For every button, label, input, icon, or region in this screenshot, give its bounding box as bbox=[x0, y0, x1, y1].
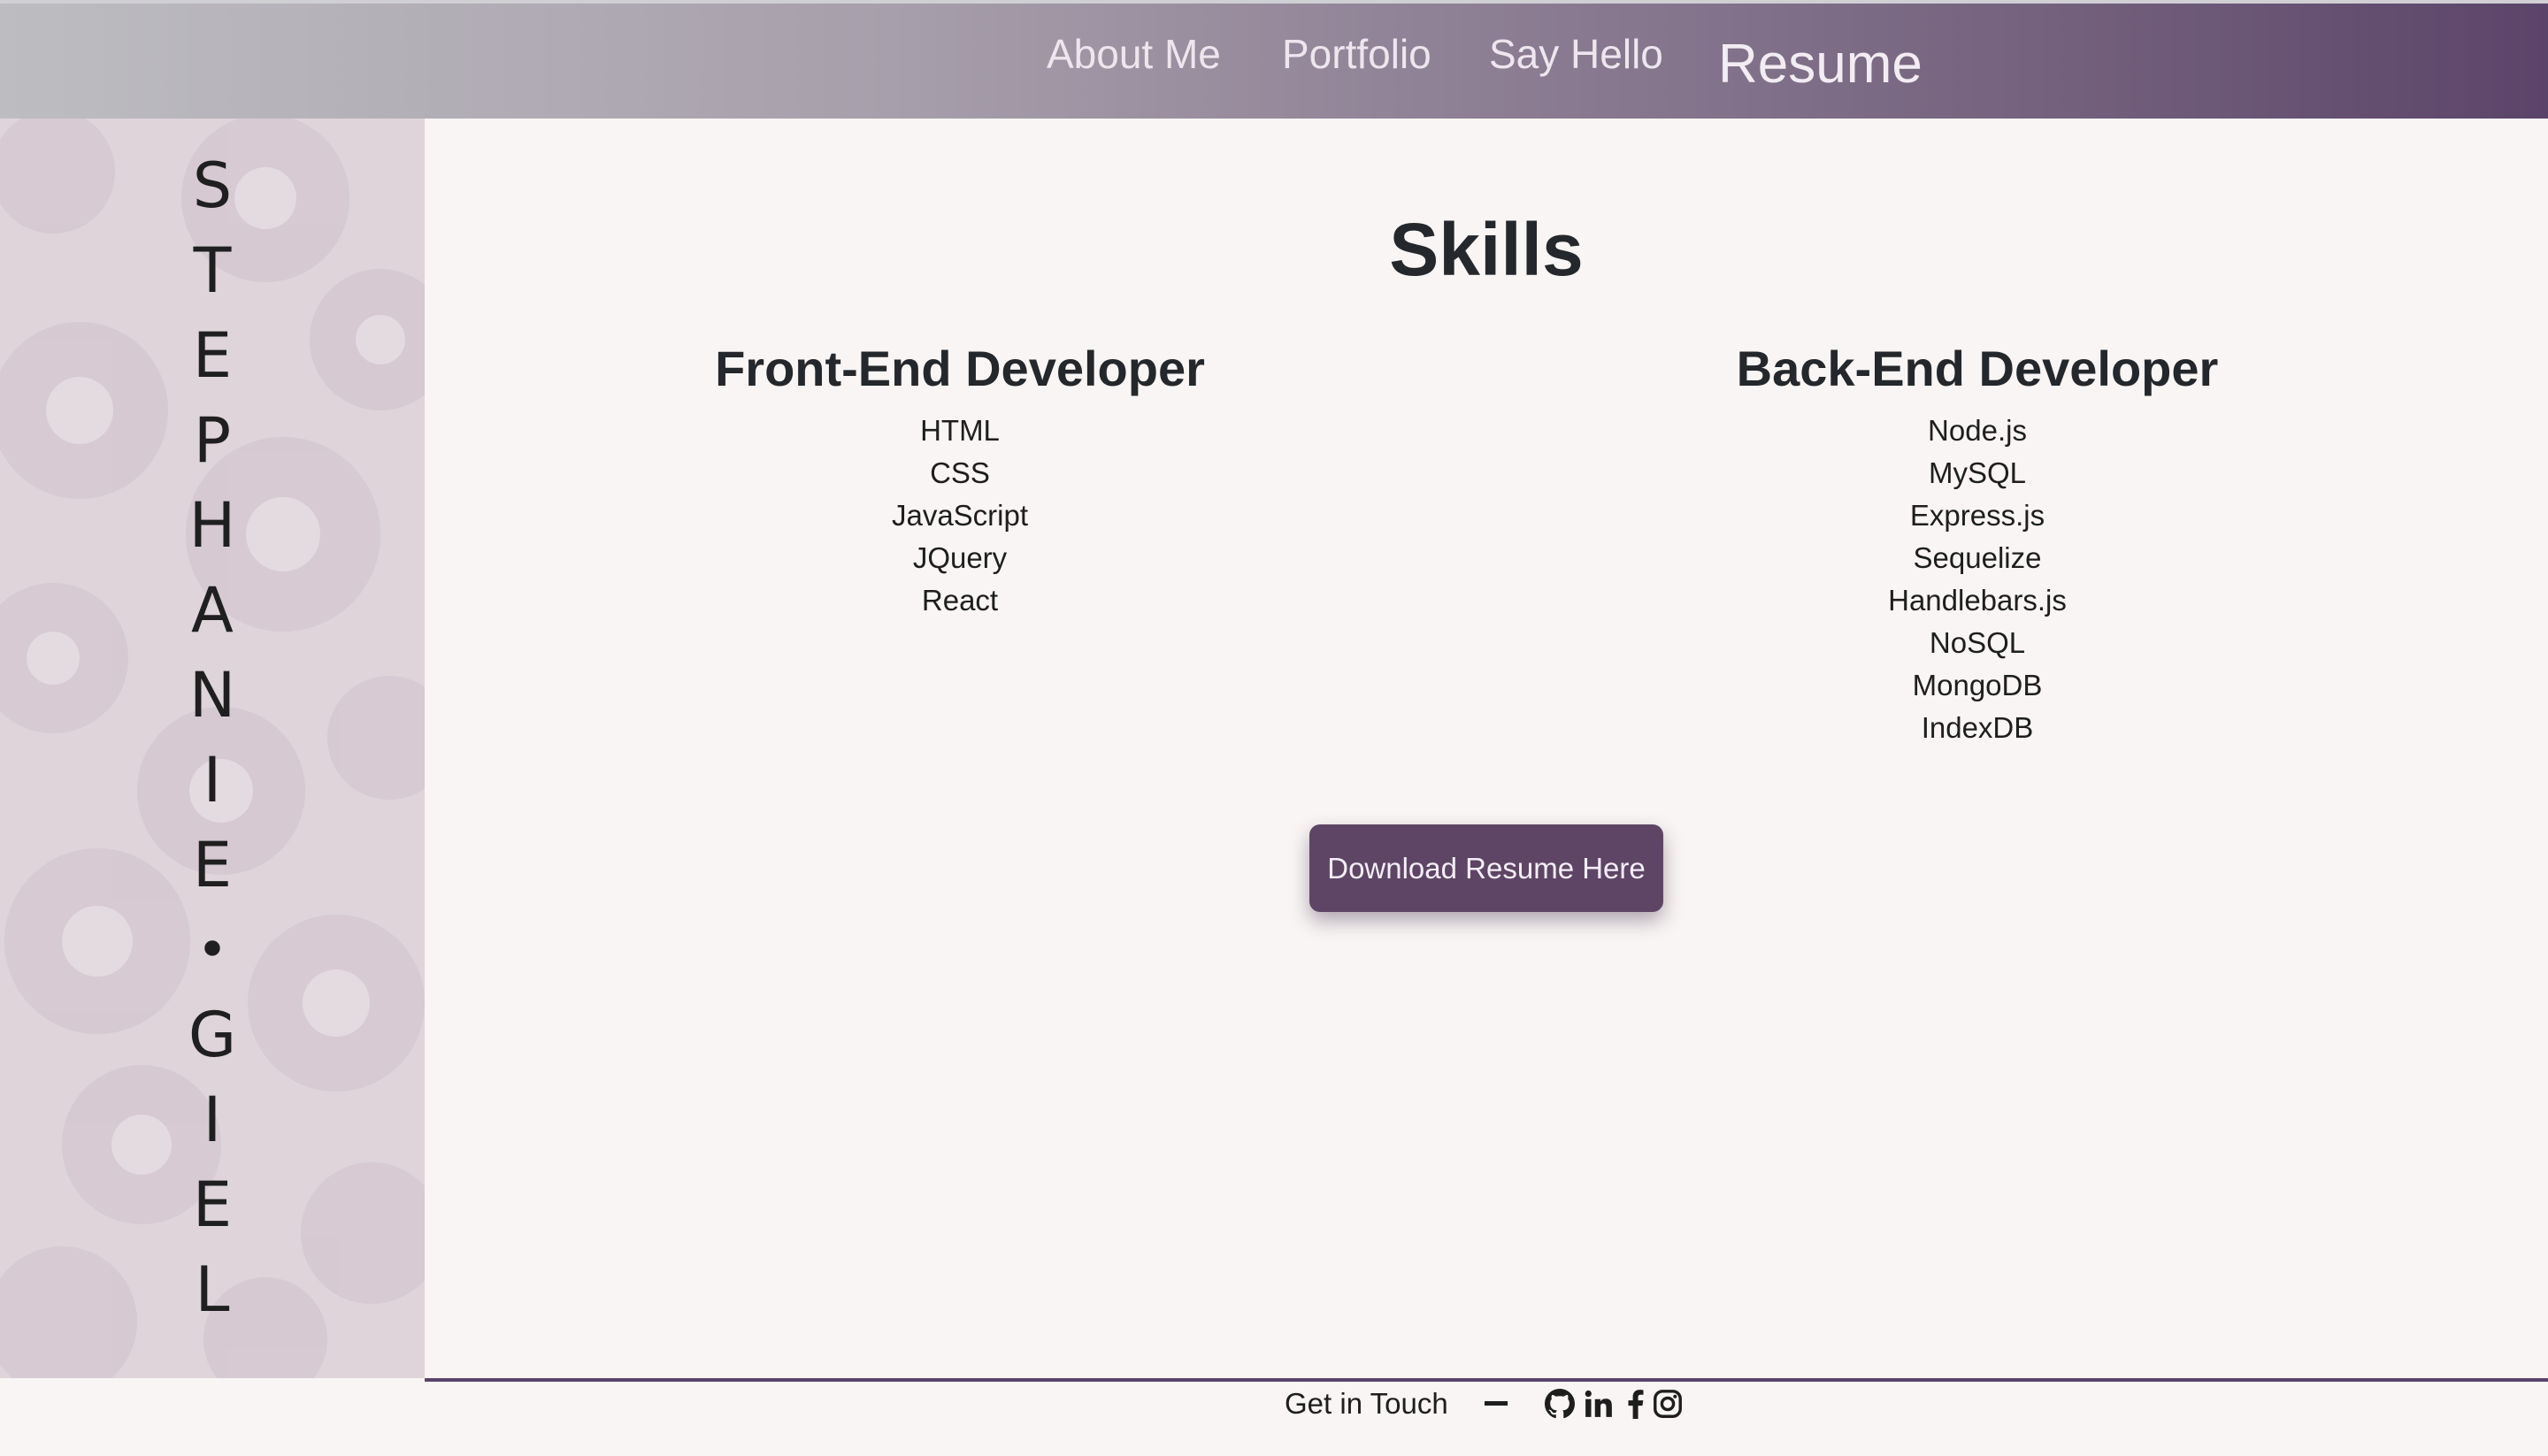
name-letter: P bbox=[193, 404, 232, 477]
name-letter: A bbox=[191, 574, 234, 647]
back-end-column: Back-End Developer Node.js MySQL Express… bbox=[1579, 340, 2375, 749]
front-end-skill: HTML bbox=[920, 414, 1000, 447]
name-letter: H bbox=[188, 489, 236, 562]
name-letter: N bbox=[188, 659, 236, 732]
get-in-touch-label: Get in Touch bbox=[1285, 1387, 1448, 1420]
name-letter: S bbox=[192, 149, 233, 222]
name-letter: E bbox=[192, 1169, 233, 1241]
back-end-skill: Sequelize bbox=[1913, 541, 2042, 574]
back-end-skill-list: Node.js MySQL Express.js Sequelize Handl… bbox=[1579, 410, 2375, 749]
footer: Get in Touch bbox=[0, 1382, 2548, 1456]
front-end-skill: React bbox=[921, 584, 999, 617]
nav-resume[interactable]: Resume bbox=[1718, 33, 1923, 96]
facebook-icon[interactable] bbox=[1621, 1389, 1651, 1419]
download-resume-button[interactable]: Download Resume Here bbox=[1309, 824, 1663, 912]
main-content: Skills Front-End Developer HTML CSS Java… bbox=[425, 119, 2548, 1378]
name-letter: G bbox=[188, 999, 237, 1071]
dash-separator bbox=[1485, 1401, 1508, 1406]
back-end-skill: NoSQL bbox=[1929, 626, 2026, 659]
name-letter: • bbox=[196, 919, 228, 981]
front-end-skill: JavaScript bbox=[891, 499, 1029, 532]
instagram-icon[interactable] bbox=[1653, 1389, 1683, 1419]
name-letter: I bbox=[203, 1084, 222, 1156]
front-end-column: Front-End Developer HTML CSS JavaScript … bbox=[562, 340, 1358, 622]
back-end-skill: IndexDB bbox=[1921, 711, 2034, 744]
name-letter: T bbox=[193, 234, 232, 307]
name-letter: E bbox=[192, 319, 233, 392]
nav-say-hello[interactable]: Say Hello bbox=[1489, 30, 1663, 78]
name-letter: E bbox=[192, 829, 233, 901]
front-end-skill: CSS bbox=[930, 456, 990, 489]
back-end-skill: Node.js bbox=[1928, 414, 2027, 447]
back-end-skill: MongoDB bbox=[1912, 669, 2043, 701]
back-end-skill: Express.js bbox=[1909, 499, 2045, 532]
front-end-skill-list: HTML CSS JavaScript JQuery React bbox=[562, 410, 1358, 622]
nav-portfolio[interactable]: Portfolio bbox=[1282, 30, 1431, 78]
top-navbar: About Me Portfolio Say Hello Resume bbox=[0, 4, 2548, 119]
skills-title: Skills bbox=[1389, 208, 1584, 291]
name-letter: I bbox=[203, 744, 222, 816]
nav-about-me[interactable]: About Me bbox=[1047, 30, 1221, 78]
linkedin-icon[interactable] bbox=[1584, 1389, 1614, 1419]
back-end-skill: MySQL bbox=[1928, 456, 2027, 489]
back-end-heading: Back-End Developer bbox=[1736, 341, 2219, 396]
github-icon[interactable] bbox=[1545, 1389, 1575, 1419]
front-end-skill: JQuery bbox=[912, 541, 1008, 574]
name-letter: L bbox=[195, 1253, 230, 1326]
back-end-skill: Handlebars.js bbox=[1888, 584, 2067, 617]
sidebar-name-panel: S T E P H A N I E • G I E L bbox=[0, 119, 425, 1378]
front-end-heading: Front-End Developer bbox=[715, 341, 1205, 396]
